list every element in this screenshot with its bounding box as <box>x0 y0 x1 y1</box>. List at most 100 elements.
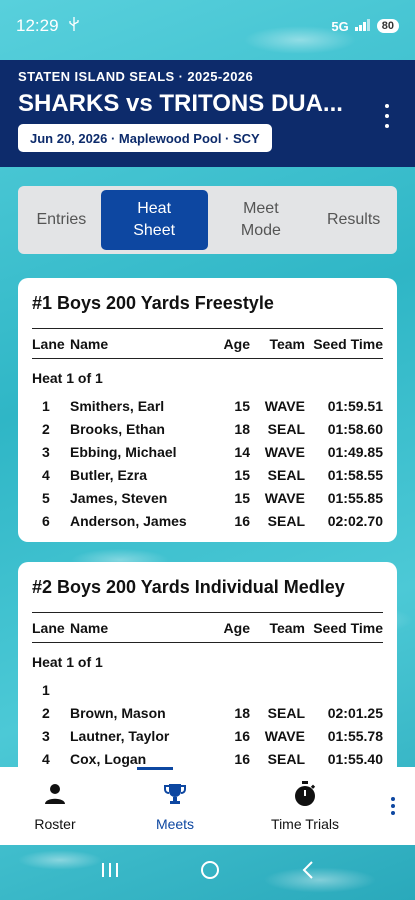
age-cell: 15 <box>234 489 250 506</box>
col-seed: Seed Time <box>313 335 383 352</box>
table-row[interactable]: 3 Lautner, Taylor 16 WAVE 01:55.78 <box>32 724 383 747</box>
usb-icon <box>68 16 79 36</box>
meet-info-chip[interactable]: Jun 20, 2026 · Maplewood Pool · SCY <box>18 124 272 152</box>
event-title: #1 Boys 200 Yards Freestyle <box>32 293 274 313</box>
name-cell: Brooks, Ethan <box>70 420 165 437</box>
trophy-icon <box>162 780 188 808</box>
col-age: Age <box>223 619 250 636</box>
team-cell: WAVE <box>264 397 305 414</box>
name-cell: Cox, Logan <box>70 750 147 767</box>
col-lane: Lane <box>32 335 65 352</box>
col-team: Team <box>269 619 305 636</box>
home-icon[interactable] <box>199 859 221 886</box>
more-vertical-icon[interactable] <box>377 104 397 128</box>
tab-entries[interactable]: Entries <box>22 190 101 250</box>
age-cell: 16 <box>234 512 250 529</box>
lane-cell: 3 <box>42 727 50 744</box>
seed-cell: 02:01.25 <box>327 704 383 721</box>
age-cell: 14 <box>234 443 250 460</box>
seed-cell: 01:55.78 <box>327 727 383 744</box>
age-cell: 18 <box>234 420 250 437</box>
team-cell: SEAL <box>267 704 305 721</box>
seed-cell: 01:55.40 <box>327 750 383 767</box>
team-cell: WAVE <box>264 489 305 506</box>
lane-cell: 2 <box>42 704 50 721</box>
heat-label: Heat 1 of 1 <box>32 654 103 670</box>
table-row[interactable]: 5 James, Steven 15 WAVE 01:55.85 <box>32 486 383 509</box>
more-vertical-icon <box>390 797 395 815</box>
bottom-nav: Roster Meets Time Trials <box>0 767 415 845</box>
org-season-label: STATEN ISLAND SEALS · 2025-2026 <box>18 69 254 84</box>
meet-title: SHARKS vs TRITONS DUA... <box>18 90 343 117</box>
table-row[interactable]: 1 <box>32 678 383 701</box>
stopwatch-icon <box>293 780 317 808</box>
status-bar: 12:29 5G 80 <box>0 0 415 52</box>
age-cell: 15 <box>234 466 250 483</box>
recent-apps-icon[interactable] <box>100 861 120 884</box>
nav-time-trials[interactable]: Time Trials <box>240 767 370 845</box>
nav-time-trials-label: Time Trials <box>271 816 339 832</box>
name-cell: Butler, Ezra <box>70 466 148 483</box>
col-team: Team <box>269 335 305 352</box>
nav-meets[interactable]: Meets <box>110 767 240 845</box>
team-cell: WAVE <box>264 443 305 460</box>
lane-cell: 3 <box>42 443 50 460</box>
tab-heat-sheet[interactable]: Heat Sheet <box>100 190 208 250</box>
seed-cell: 01:58.55 <box>327 466 383 483</box>
col-age: Age <box>223 335 250 352</box>
table-row[interactable]: 1 Smithers, Earl 15 WAVE 01:59.51 <box>32 394 383 417</box>
nav-roster[interactable]: Roster <box>0 767 110 845</box>
event-card: #1 Boys 200 Yards Freestyle Lane Name Ag… <box>18 278 397 542</box>
table-row[interactable]: 2 Brooks, Ethan 18 SEAL 01:58.60 <box>32 417 383 440</box>
team-cell: SEAL <box>267 420 305 437</box>
nav-meets-label: Meets <box>155 816 195 832</box>
col-name: Name <box>70 335 109 352</box>
table-row[interactable]: 4 Butler, Ezra 15 SEAL 01:58.55 <box>32 463 383 486</box>
lane-cell: 6 <box>42 512 50 529</box>
team-cell: SEAL <box>267 750 305 767</box>
network-label: 5G <box>331 18 349 34</box>
age-cell: 16 <box>234 727 250 744</box>
app-header: STATEN ISLAND SEALS · 2025-2026 SHARKS v… <box>0 60 415 167</box>
name-cell: Ebbing, Michael <box>70 443 177 460</box>
back-icon[interactable] <box>301 860 315 885</box>
lane-cell: 4 <box>42 466 50 483</box>
heat-label: Heat 1 of 1 <box>32 370 103 386</box>
person-icon <box>44 780 66 808</box>
tab-results[interactable]: Results <box>314 190 393 250</box>
age-cell: 15 <box>234 397 250 414</box>
event-title: #2 Boys 200 Yards Individual Medley <box>32 577 345 597</box>
name-cell: Anderson, James <box>70 512 187 529</box>
name-cell: Brown, Mason <box>70 704 166 721</box>
team-cell: SEAL <box>267 512 305 529</box>
lane-cell: 1 <box>42 397 50 414</box>
seed-cell: 01:49.85 <box>327 443 383 460</box>
table-row[interactable]: 2 Brown, Mason 18 SEAL 02:01.25 <box>32 701 383 724</box>
age-cell: 18 <box>234 704 250 721</box>
col-name: Name <box>70 619 109 636</box>
nav-more-icon[interactable] <box>370 767 415 845</box>
team-cell: SEAL <box>267 466 305 483</box>
table-row[interactable]: 3 Ebbing, Michael 14 WAVE 01:49.85 <box>32 440 383 463</box>
seed-cell: 01:58.60 <box>327 420 383 437</box>
seed-cell: 02:02.70 <box>327 512 383 529</box>
name-cell: Lautner, Taylor <box>70 727 170 744</box>
table-row[interactable]: 6 Anderson, James 16 SEAL 02:02.70 <box>32 509 383 532</box>
signal-icon <box>354 18 371 34</box>
lane-cell: 2 <box>42 420 50 437</box>
status-time: 12:29 <box>16 16 59 35</box>
col-lane: Lane <box>32 619 65 636</box>
tab-meet-mode[interactable]: Meet Mode <box>208 190 315 250</box>
system-nav-bar <box>0 845 415 900</box>
column-headers: Lane Name Age Team Seed Time <box>32 612 383 643</box>
battery-icon: 80 <box>376 19 399 33</box>
nav-roster-label: Roster <box>34 816 76 832</box>
name-cell: James, Steven <box>70 489 168 506</box>
lane-cell: 4 <box>42 750 50 767</box>
name-cell: Smithers, Earl <box>70 397 165 414</box>
meet-tabs: Entries Heat Sheet Meet Mode Results <box>18 186 397 254</box>
team-cell: WAVE <box>264 727 305 744</box>
col-seed: Seed Time <box>313 619 383 636</box>
seed-cell: 01:55.85 <box>327 489 383 506</box>
seed-cell: 01:59.51 <box>327 397 383 414</box>
